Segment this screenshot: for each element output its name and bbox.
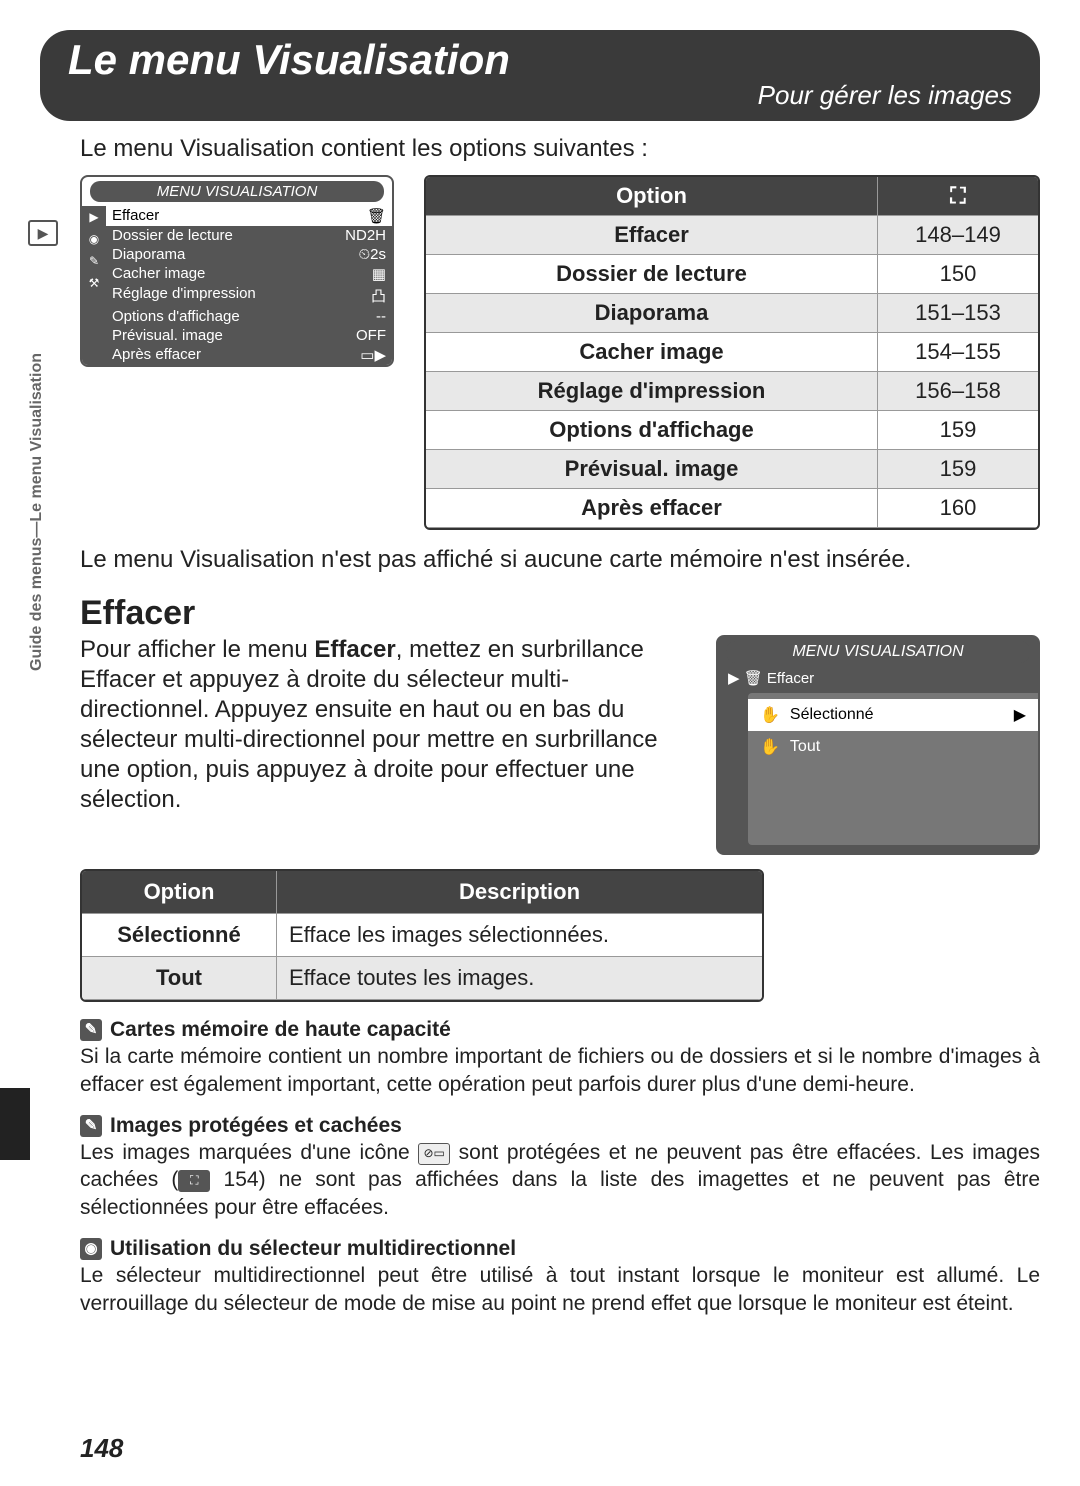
chapter-subtitle: Pour gérer les images xyxy=(68,80,1012,111)
table-row: Diaporama151–153 xyxy=(426,294,1038,333)
col-page-icon: ⛶ xyxy=(878,177,1039,216)
screenshot-menu-list: Effacer🗑 Dossier de lectureND2H Diaporam… xyxy=(106,206,392,365)
chevron-right-icon: ▶ xyxy=(1014,705,1026,725)
list-item: Réglage d'impression凸 xyxy=(106,284,392,307)
screenshot-breadcrumb: ▶ 🗑 Effacer xyxy=(718,667,1038,689)
submenu-item-all: ✋Tout xyxy=(748,731,1038,763)
table-header: Option Description xyxy=(82,871,762,914)
table-row: ToutEfface toutes les images. xyxy=(82,957,762,1000)
camera-submenu-screenshot: MENU VISUALISATION ▶ 🗑 Effacer ✋Sélectio… xyxy=(716,635,1040,855)
table-row: SélectionnéEfface les images sélectionné… xyxy=(82,914,762,957)
playback-icon: ▶ xyxy=(89,206,98,228)
list-item: Diaporama⏲2s xyxy=(106,245,392,264)
screenshot-tabs: ▶ ◉ ✎ ⚒ xyxy=(82,206,106,365)
table-row: Dossier de lecture150 xyxy=(426,255,1038,294)
list-item: Dossier de lectureND2H xyxy=(106,226,392,245)
table-row: Réglage d'impression156–158 xyxy=(426,372,1038,411)
chapter-title: Le menu Visualisation xyxy=(68,36,1012,84)
list-item: Options d'affichage-- xyxy=(106,307,392,326)
table-row: Options d'affichage159 xyxy=(426,411,1038,450)
thumb-tab xyxy=(0,1088,30,1160)
chapter-header: Le menu Visualisation Pour gérer les ima… xyxy=(40,30,1040,121)
description-table: Option Description SélectionnéEfface les… xyxy=(80,869,764,1002)
pencil-icon: ✎ xyxy=(80,1115,102,1137)
selected-icon: ✋ xyxy=(760,705,780,725)
col-option: Option xyxy=(426,177,878,216)
screenshot-title: MENU VISUALISATION xyxy=(726,641,1030,663)
note-protected-hidden: ✎Images protégées et cachées Les images … xyxy=(80,1112,1040,1221)
list-item: Après effacer▭▶ xyxy=(106,345,392,365)
table-row: Effacer148–149 xyxy=(426,216,1038,255)
pencil-icon: ✎ xyxy=(80,1019,102,1041)
intro-text: Le menu Visualisation contient les optio… xyxy=(80,135,1040,163)
table-row: Cacher image154–155 xyxy=(426,333,1038,372)
no-card-note: Le menu Visualisation n'est pas affiché … xyxy=(80,546,1040,574)
all-icon: ✋ xyxy=(760,737,780,757)
info-icon: ◉ xyxy=(80,1238,102,1260)
pencil-icon: ✎ xyxy=(89,250,99,272)
camera-menu-screenshot: MENU VISUALISATION ▶ ◉ ✎ ⚒ Effacer🗑 Doss… xyxy=(80,175,394,367)
section-body: Pour afficher le menu Effacer, mettez en… xyxy=(80,635,696,815)
wrench-icon: ⚒ xyxy=(89,272,100,294)
list-item: Cacher image▦ xyxy=(106,264,392,284)
table-header: Option ⛶ xyxy=(426,177,1038,216)
side-tab-label: Guide des menus—Le menu Visualisation xyxy=(28,252,46,772)
screenshot-title: MENU VISUALISATION xyxy=(90,181,384,202)
camera-icon: ◉ xyxy=(89,228,99,250)
note-multiselector: ◉Utilisation du sélecteur multidirection… xyxy=(80,1235,1040,1317)
playback-icon: ▶ xyxy=(28,220,58,246)
options-table: Option ⛶ Effacer148–149 Dossier de lectu… xyxy=(424,175,1040,530)
note-high-capacity: ✎Cartes mémoire de haute capacité Si la … xyxy=(80,1016,1040,1098)
list-item: Effacer🗑 xyxy=(106,206,392,226)
submenu-item-selected: ✋Sélectionné▶ xyxy=(748,699,1038,731)
page-number: 148 xyxy=(80,1433,123,1464)
table-row: Après effacer160 xyxy=(426,489,1038,528)
side-tab: ▶ Guide des menus—Le menu Visualisation xyxy=(28,220,54,780)
section-heading: Effacer xyxy=(80,594,1040,633)
page-ref-icon: ⛶ xyxy=(178,1170,210,1192)
protect-icon: ⊘▭ xyxy=(418,1143,450,1165)
list-item: Prévisual. imageOFF xyxy=(106,326,392,345)
table-row: Prévisual. image159 xyxy=(426,450,1038,489)
